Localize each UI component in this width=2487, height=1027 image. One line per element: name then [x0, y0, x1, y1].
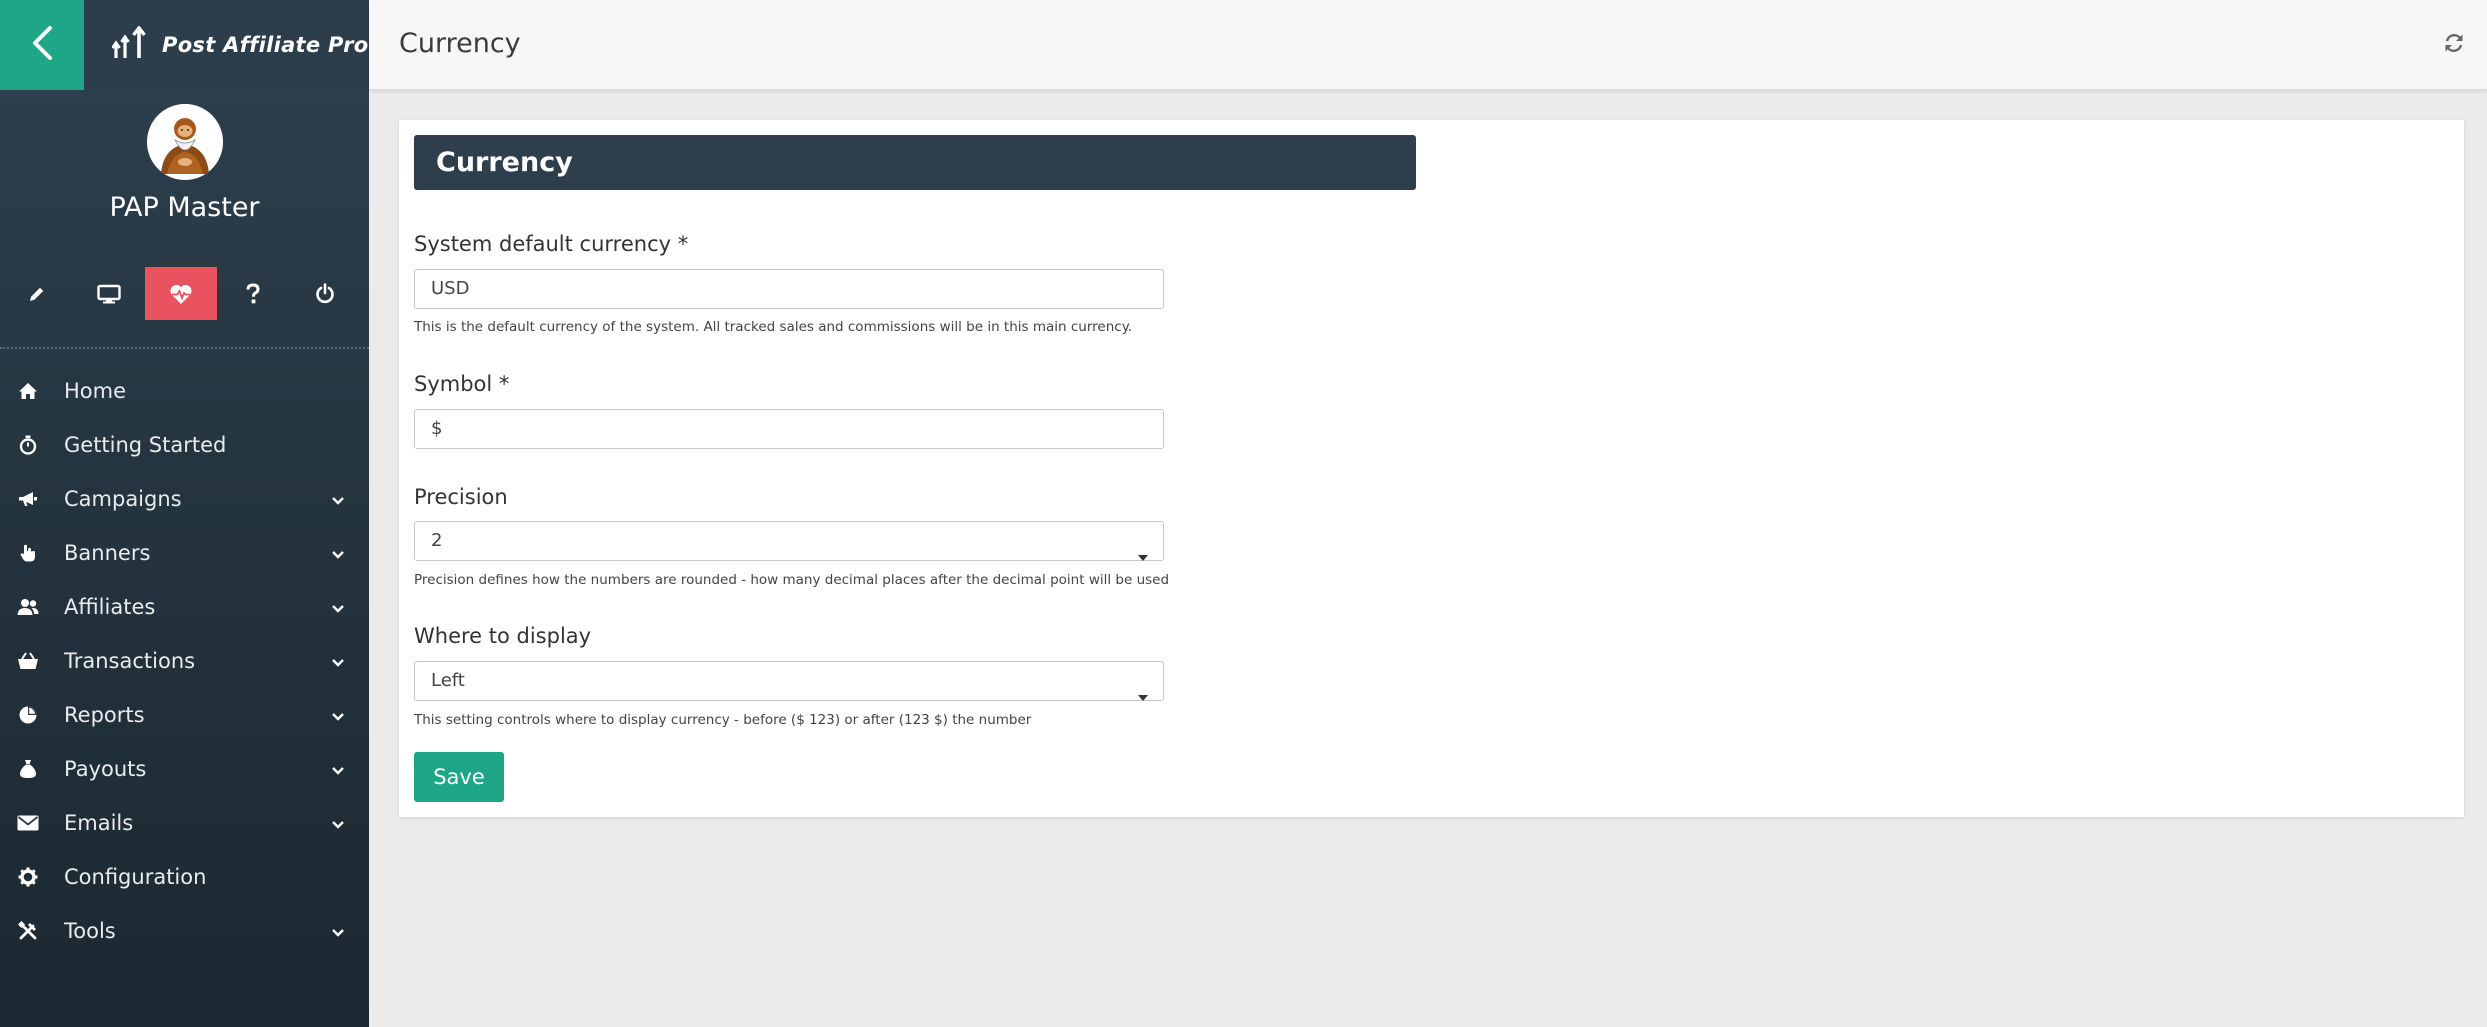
- sidebar-item-payouts[interactable]: Payouts: [0, 742, 369, 796]
- sidebar-item-label: Campaigns: [64, 487, 182, 511]
- sidebar-item-getting-started[interactable]: Getting Started: [0, 418, 369, 472]
- sidebar-item-affiliates[interactable]: Affiliates: [0, 580, 369, 634]
- question-icon: [245, 282, 261, 305]
- caret-down-icon: [1137, 538, 1149, 576]
- avatar[interactable]: [146, 104, 223, 180]
- chevron-left-icon: [31, 25, 53, 65]
- pencil-icon: [27, 284, 47, 304]
- chevron-down-icon: [331, 761, 345, 780]
- where-to-display-label: Where to display: [414, 624, 592, 648]
- sidebar-item-label: Getting Started: [64, 433, 227, 457]
- pie-chart-icon: [17, 704, 39, 726]
- brand-name: Post Affiliate Pro: [162, 33, 369, 57]
- basket-icon: [17, 650, 39, 672]
- default-currency-label: System default currency *: [414, 232, 689, 256]
- sidebar-item-label: Transactions: [64, 649, 196, 673]
- help-button[interactable]: [217, 267, 289, 320]
- chevron-down-icon: [331, 923, 345, 942]
- sidebar-item-label: Payouts: [64, 757, 147, 781]
- power-icon: [315, 282, 335, 305]
- sidebar-item-label: Tools: [64, 919, 116, 943]
- sidebar-item-campaigns[interactable]: Campaigns: [0, 472, 369, 526]
- sidebar-item-label: Reports: [64, 703, 145, 727]
- sidebar-item-label: Emails: [64, 811, 134, 835]
- save-button[interactable]: Save: [414, 752, 504, 802]
- chevron-down-icon: [331, 815, 345, 834]
- default-currency-hint: This is the default currency of the syst…: [414, 319, 1133, 335]
- chevron-down-icon: [331, 653, 345, 672]
- tools-icon: [17, 920, 39, 942]
- precision-select[interactable]: 2: [414, 521, 1164, 561]
- where-to-display-hint: This setting controls where to display c…: [414, 712, 1032, 728]
- page-header: Currency: [369, 0, 2487, 90]
- sidebar-item-label: Banners: [64, 541, 151, 565]
- profile: PAP Master: [0, 104, 369, 223]
- monitor-icon: [97, 284, 121, 304]
- chevron-down-icon: [331, 599, 345, 618]
- symbol-label: Symbol *: [414, 372, 510, 396]
- sidebar-item-banners[interactable]: Banners: [0, 526, 369, 580]
- sidebar-divider: [0, 347, 369, 349]
- brand-logo-icon: [111, 25, 148, 64]
- sidebar-item-label: Configuration: [64, 865, 207, 889]
- health-button[interactable]: [145, 267, 217, 320]
- sidebar-item-transactions[interactable]: Transactions: [0, 634, 369, 688]
- where-to-display-select[interactable]: Left: [414, 661, 1164, 701]
- sidebar-item-emails[interactable]: Emails: [0, 796, 369, 850]
- logout-button[interactable]: [289, 267, 361, 320]
- default-currency-field[interactable]: USD: [414, 269, 1164, 309]
- symbol-field[interactable]: $: [414, 409, 1164, 449]
- profile-name: PAP Master: [109, 192, 260, 223]
- brand[interactable]: Post Affiliate Pro: [84, 0, 369, 90]
- sidebar: Post Affiliate Pro PAP Master Home Getti…: [0, 0, 369, 1027]
- refresh-icon[interactable]: [2443, 32, 2465, 58]
- sidebar-item-label: Home: [64, 379, 127, 403]
- sidebar-item-configuration[interactable]: Configuration: [0, 850, 369, 904]
- sidebar-nav: Home Getting Started Campaigns Banners A…: [0, 364, 369, 958]
- section-title: Currency: [414, 135, 1416, 190]
- sidebar-item-home[interactable]: Home: [0, 364, 369, 418]
- sidebar-header: Post Affiliate Pro: [0, 0, 369, 90]
- monitor-button[interactable]: [73, 267, 145, 320]
- precision-label: Precision: [414, 485, 508, 509]
- chevron-down-icon: [331, 707, 345, 726]
- where-to-display-select-value: Left: [431, 670, 465, 691]
- megaphone-icon: [17, 488, 39, 510]
- page-title: Currency: [399, 28, 521, 59]
- heartbeat-icon: [169, 283, 193, 305]
- quick-icon-bar: [0, 267, 369, 320]
- edit-button[interactable]: [1, 267, 73, 320]
- stopwatch-icon: [17, 434, 39, 456]
- money-bag-icon: [17, 758, 39, 780]
- sidebar-item-tools[interactable]: Tools: [0, 904, 369, 958]
- back-button[interactable]: [0, 0, 84, 90]
- currency-settings-panel: Currency System default currency * USD T…: [399, 120, 2464, 817]
- sidebar-item-reports[interactable]: Reports: [0, 688, 369, 742]
- home-icon: [17, 380, 39, 402]
- precision-select-value: 2: [431, 530, 443, 551]
- pointer-hand-icon: [17, 542, 39, 564]
- gear-icon: [17, 866, 39, 888]
- sidebar-item-label: Affiliates: [64, 595, 156, 619]
- chevron-down-icon: [331, 491, 345, 510]
- chevron-down-icon: [331, 545, 345, 564]
- caret-down-icon: [1137, 678, 1149, 716]
- users-icon: [17, 596, 39, 618]
- precision-hint: Precision defines how the numbers are ro…: [414, 572, 1170, 588]
- envelope-icon: [17, 812, 39, 834]
